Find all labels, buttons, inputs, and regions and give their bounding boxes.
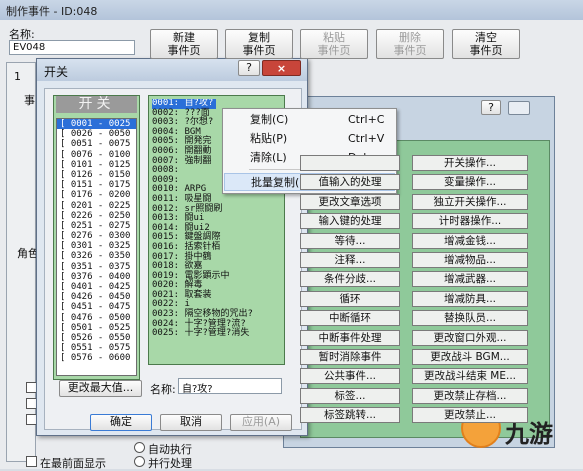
always-on-top-checkbox[interactable] xyxy=(26,456,37,467)
command-button[interactable]: 暂时消除事件 xyxy=(300,349,400,365)
command-button[interactable]: 中断事件处理 xyxy=(300,329,400,346)
command-button[interactable]: 开关操作... xyxy=(412,155,528,171)
command-button[interactable]: 独立开关操作... xyxy=(412,193,528,210)
switch-range-item[interactable]: [ 0426 - 0450 ] xyxy=(57,292,136,302)
switch-range-item[interactable]: [ 0176 - 0200 ] xyxy=(57,190,136,200)
switch-name-field[interactable]: 自?攻? xyxy=(178,378,282,395)
help-button[interactable]: ? xyxy=(481,100,501,115)
window-title: 制作事件 - ID:048 xyxy=(0,0,583,20)
command-button[interactable] xyxy=(300,155,400,171)
switch-range-list[interactable]: [ 0001 - 0025 ][ 0026 - 0050 ][ 0051 - 0… xyxy=(56,118,137,376)
switch-range-item[interactable]: [ 0326 - 0350 ] xyxy=(57,251,136,261)
section-label: 事 xyxy=(24,94,35,107)
switch-item[interactable]: 0025: 十字?管理?消失 xyxy=(152,329,282,339)
command-button[interactable]: 标签... xyxy=(300,387,400,404)
switch-range-item[interactable]: [ 0476 - 0500 ] xyxy=(57,313,136,323)
switch-range-item[interactable]: [ 0026 - 0050 ] xyxy=(57,129,136,139)
command-button[interactable]: 更改禁止... xyxy=(412,407,528,424)
clear-page-button[interactable]: 清空 事件页 xyxy=(452,29,520,59)
ok-button[interactable]: 确定 xyxy=(90,414,152,431)
command-button[interactable]: 条件分歧... xyxy=(300,271,400,288)
copy-page-button[interactable]: 复制 事件页 xyxy=(225,29,293,59)
switch-range-item[interactable]: [ 0251 - 0275 ] xyxy=(57,221,136,231)
command-button[interactable]: 变量操作... xyxy=(412,174,528,191)
command-button[interactable]: 更改战斗结束 ME... xyxy=(412,368,528,385)
switch-range-item[interactable]: [ 0101 - 0125 ] xyxy=(57,160,136,170)
command-button[interactable]: 循环 xyxy=(300,290,400,307)
autorun-radio[interactable] xyxy=(134,442,145,453)
command-button[interactable]: 更改文章选项 xyxy=(300,193,400,210)
switch-range-item[interactable]: [ 0576 - 0600 ] xyxy=(57,353,136,363)
window-control-button[interactable] xyxy=(508,101,530,115)
switch-range-item[interactable]: [ 0076 - 0100 ] xyxy=(57,150,136,160)
switch-range-item[interactable]: [ 0051 - 0075 ] xyxy=(57,139,136,149)
command-button[interactable]: 替换队员... xyxy=(412,310,528,327)
command-button[interactable]: 输入键的处理 xyxy=(300,213,400,230)
menu-item-paste[interactable]: 粘贴(P) Ctrl+V xyxy=(224,130,395,148)
switch-range-item[interactable]: [ 0376 - 0400 ] xyxy=(57,272,136,282)
event-name-field[interactable]: EV048 xyxy=(9,40,135,55)
left-options xyxy=(6,368,37,432)
command-button[interactable]: 更改窗口外观... xyxy=(412,329,528,346)
command-button[interactable]: 更改战斗 BGM... xyxy=(412,349,528,365)
switch-name-label: 名称: xyxy=(150,383,176,396)
switch-range-item[interactable]: [ 0276 - 0300 ] xyxy=(57,231,136,241)
command-button[interactable]: 值输入的处理 xyxy=(300,174,400,191)
switch-range-item[interactable]: [ 0226 - 0250 ] xyxy=(57,211,136,221)
command-button[interactable]: 增减物品... xyxy=(412,252,528,268)
delete-page-button[interactable]: 删除 事件页 xyxy=(376,29,444,59)
command-button[interactable]: 中断循环 xyxy=(300,310,400,327)
switch-range-item[interactable]: [ 0201 - 0225 ] xyxy=(57,201,136,211)
command-button[interactable]: 计时器操作... xyxy=(412,213,528,230)
change-max-button[interactable]: 更改最大值... xyxy=(59,380,142,397)
close-button[interactable]: × xyxy=(262,60,301,76)
command-button[interactable]: 增减武器... xyxy=(412,271,528,288)
switch-range-header: 开关 xyxy=(56,96,137,113)
switch-range-item[interactable]: [ 0501 - 0525 ] xyxy=(57,323,136,333)
new-page-button[interactable]: 新建 事件页 xyxy=(150,29,218,59)
command-button[interactable]: 公共事件... xyxy=(300,368,400,385)
switch-range-item[interactable]: [ 0551 - 0575 ] xyxy=(57,343,136,353)
page-tab[interactable]: 1 xyxy=(14,70,21,83)
command-button[interactable]: 标签跳转... xyxy=(300,407,400,424)
command-button[interactable]: 注释... xyxy=(300,252,400,268)
switch-range-item[interactable]: [ 0126 - 0150 ] xyxy=(57,170,136,180)
switch-range-item[interactable]: [ 0401 - 0425 ] xyxy=(57,282,136,292)
command-button[interactable]: 增减金钱... xyxy=(412,232,528,249)
switch-range-item[interactable]: [ 0001 - 0025 ] xyxy=(57,119,136,130)
help-button[interactable]: ? xyxy=(238,60,260,76)
cancel-button[interactable]: 取消 xyxy=(160,414,222,431)
switch-range-item[interactable]: [ 0301 - 0325 ] xyxy=(57,241,136,251)
command-button[interactable]: 增减防具... xyxy=(412,290,528,307)
switch-dialog-title: 开关 xyxy=(44,65,69,79)
parallel-radio[interactable] xyxy=(134,456,145,467)
menu-item-copy[interactable]: 复制(C) Ctrl+C xyxy=(224,111,395,129)
paste-page-button[interactable]: 粘贴 事件页 xyxy=(300,29,368,59)
command-button[interactable]: 等待... xyxy=(300,232,400,249)
command-button[interactable]: 更改禁止存档... xyxy=(412,387,528,404)
switch-range-item[interactable]: [ 0451 - 0475 ] xyxy=(57,302,136,312)
apply-button[interactable]: 应用(A) xyxy=(230,414,292,431)
switch-range-item[interactable]: [ 0526 - 0550 ] xyxy=(57,333,136,343)
switch-range-item[interactable]: [ 0151 - 0175 ] xyxy=(57,180,136,190)
switch-range-item[interactable]: [ 0351 - 0375 ] xyxy=(57,262,136,272)
